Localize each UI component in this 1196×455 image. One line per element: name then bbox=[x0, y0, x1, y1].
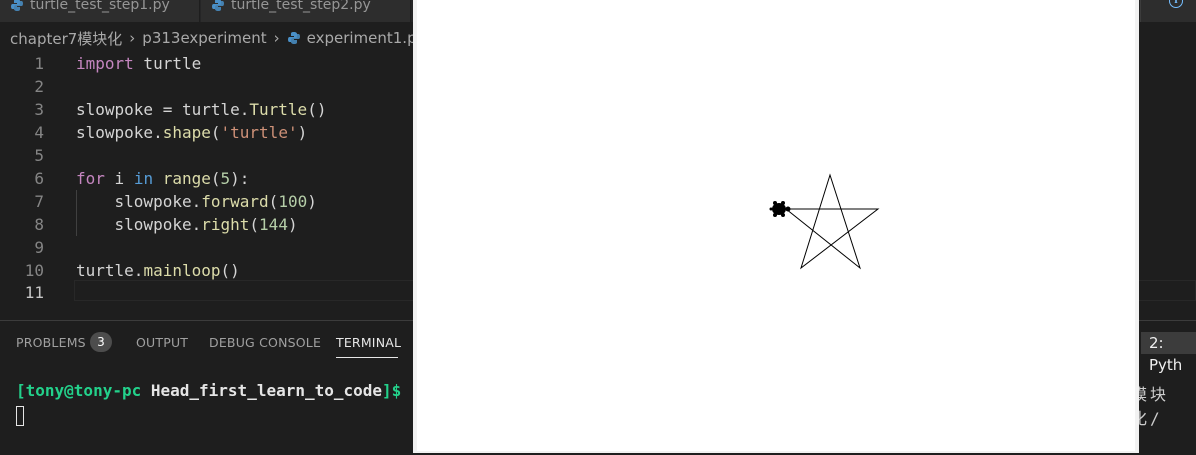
code-token: slowpoke. bbox=[76, 215, 202, 234]
info-icon: i bbox=[1169, 0, 1183, 8]
code-token: ( bbox=[210, 123, 221, 142]
tab-turtle-test-step1[interactable]: turtle_test_step1.py bbox=[0, 0, 200, 22]
line-number: 10 bbox=[24, 261, 44, 280]
code-token: 144 bbox=[259, 215, 288, 234]
line-number: 4 bbox=[34, 123, 44, 142]
code-token: turtle bbox=[133, 54, 202, 73]
prompt-user: [tony@tony-pc bbox=[16, 381, 151, 400]
terminal-path-fragment: 模块化/ bbox=[1131, 385, 1170, 428]
code-token: ( bbox=[249, 215, 260, 234]
turtle-drawing bbox=[769, 173, 880, 270]
code-token: 'turtle' bbox=[220, 123, 298, 142]
tab-label: turtle_test_step2.py bbox=[231, 0, 371, 13]
turtle-graphics-window[interactable] bbox=[413, 0, 1139, 453]
line-number: 8 bbox=[34, 215, 44, 234]
chevron-right-icon: › bbox=[273, 29, 280, 47]
code-token: forward bbox=[201, 192, 269, 211]
tab-turtle-test-step2[interactable]: turtle_test_step2.py bbox=[201, 0, 411, 22]
code-token: slowpoke. bbox=[76, 192, 202, 211]
terminal-select[interactable]: 2: Pyth bbox=[1141, 332, 1196, 374]
breadcrumb-folder-p313experiment[interactable]: p313experiment bbox=[142, 29, 266, 47]
code-token: import bbox=[76, 54, 134, 73]
code-token: () bbox=[307, 100, 327, 119]
line-number: 6 bbox=[34, 169, 44, 188]
terminal-cursor bbox=[16, 406, 24, 426]
code-token: ( bbox=[210, 169, 221, 188]
prompt-dir: Head_first_learn_to_code bbox=[150, 381, 383, 400]
terminal-prompt[interactable]: [tony@tony-pc Head_first_learn_to_code]$ bbox=[16, 381, 401, 400]
code-token: range bbox=[162, 169, 211, 188]
info-tab[interactable]: i bbox=[1140, 0, 1196, 22]
line-number: 5 bbox=[34, 146, 44, 165]
problems-count-badge: 3 bbox=[90, 332, 112, 352]
code-token: ) bbox=[297, 123, 308, 142]
code-token: ): bbox=[230, 169, 250, 188]
tab-problems[interactable]: PROBLEMS bbox=[16, 335, 86, 350]
code-token: in bbox=[133, 169, 154, 188]
chevron-right-icon: › bbox=[129, 29, 136, 47]
tab-terminal[interactable]: TERMINAL bbox=[336, 335, 401, 350]
turtle-icon bbox=[769, 201, 791, 217]
line-number: 1 bbox=[34, 54, 44, 73]
code-token: slowpoke = turtle. bbox=[76, 100, 250, 119]
code-token: () bbox=[220, 261, 240, 280]
code-token: 5 bbox=[220, 169, 231, 188]
code-token: shape bbox=[162, 123, 211, 142]
active-tab-indicator bbox=[336, 357, 398, 358]
code-token: right bbox=[201, 215, 250, 234]
code-token: ) bbox=[287, 215, 298, 234]
code-token: for bbox=[76, 169, 105, 188]
code-token: ( bbox=[268, 192, 279, 211]
python-file-icon bbox=[211, 0, 225, 12]
turtle-canvas[interactable] bbox=[417, 0, 1135, 451]
code-token: i bbox=[104, 169, 134, 188]
star-drawing bbox=[785, 173, 880, 270]
line-number: 2 bbox=[34, 77, 44, 96]
line-number: 7 bbox=[34, 192, 44, 211]
python-file-icon bbox=[10, 0, 24, 12]
prompt-end: ]$ bbox=[382, 381, 402, 400]
code-token: mainloop bbox=[143, 261, 221, 280]
line-number: 3 bbox=[34, 100, 44, 119]
breadcrumb-file[interactable]: experiment1.py bbox=[307, 29, 426, 47]
line-number: 11 bbox=[24, 283, 44, 302]
code-token: ) bbox=[307, 192, 317, 211]
code-token: turtle. bbox=[76, 261, 144, 280]
code-token: Turtle bbox=[249, 100, 308, 119]
tab-debug-console[interactable]: DEBUG CONSOLE bbox=[209, 335, 321, 350]
line-number: 9 bbox=[34, 238, 44, 257]
tab-label: turtle_test_step1.py bbox=[30, 0, 170, 13]
breadcrumb-folder-chapter7[interactable]: chapter7模块化 bbox=[10, 28, 122, 49]
code-token: 100 bbox=[278, 192, 308, 211]
python-file-icon bbox=[287, 31, 301, 45]
tab-output[interactable]: OUTPUT bbox=[136, 335, 188, 350]
code-token: slowpoke. bbox=[76, 123, 163, 142]
